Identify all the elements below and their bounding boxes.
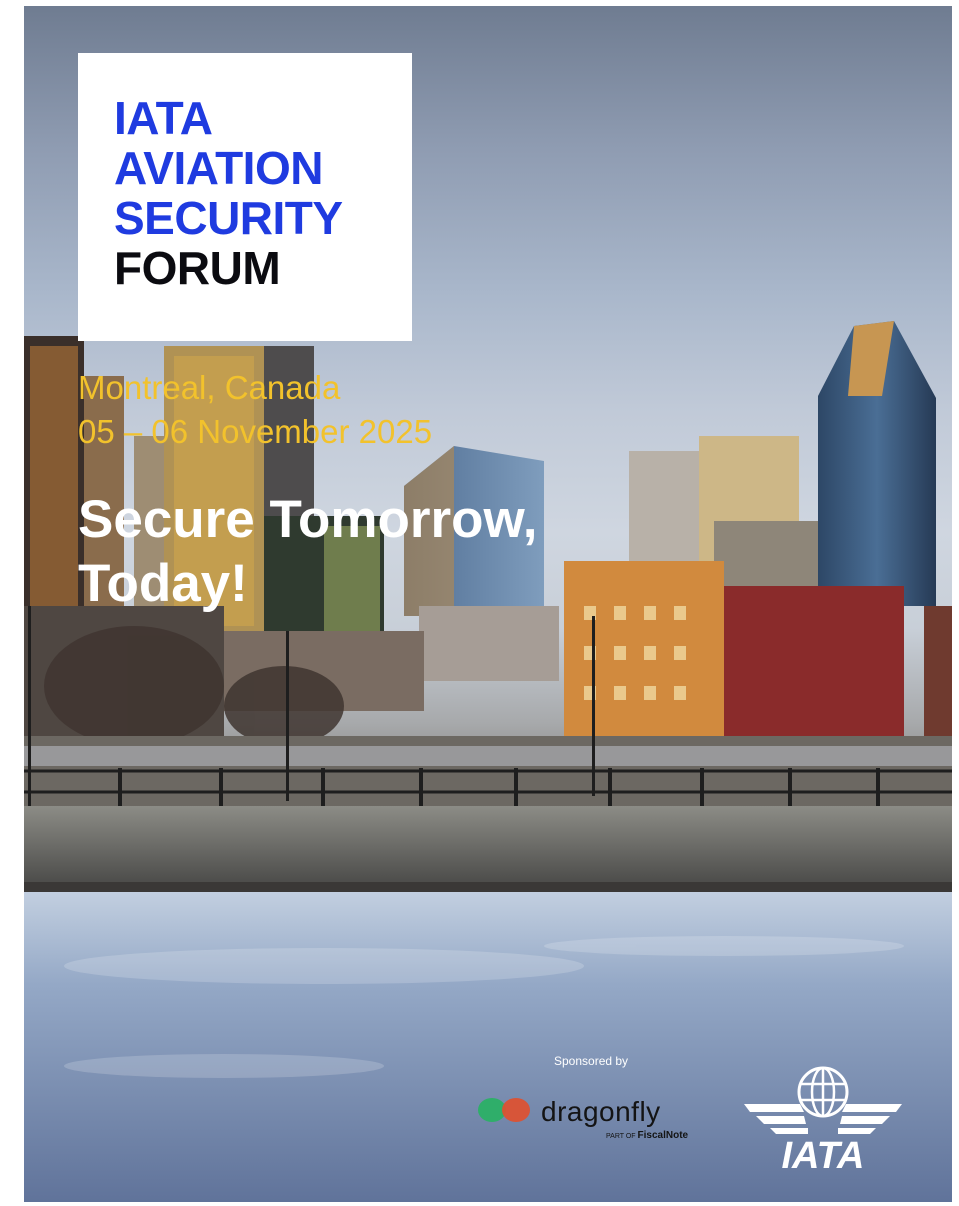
event-dates: 05 – 06 November 2025 [78,413,433,450]
tagline-line-1: Secure Tomorrow, [78,490,538,549]
forum-title-box: IATA AVIATION SECURITY FORUM [78,53,412,341]
fiscalnote-name: FiscalNote [637,1130,689,1141]
dragonfly-logo-dot-orange [502,1098,530,1122]
event-poster: IATA AVIATION SECURITY FORUM Montreal, C… [24,6,952,1202]
iata-globe-wings-icon: IATA [744,1066,902,1174]
dragonfly-sub-prefix: PART OF [606,1133,636,1140]
sponsored-by-label: Sponsored by [554,1054,629,1068]
dragonfly-wordmark: dragonfly [541,1096,661,1127]
dragonfly-subline: PART OF FiscalNote [606,1130,688,1141]
title-line-aviation: AVIATION [114,142,323,194]
event-location: Montreal, Canada [78,369,341,406]
event-details: Montreal, Canada 05 – 06 November 2025 [78,366,432,454]
title-line-security: SECURITY [114,192,343,244]
dragonfly-logo: dragonfly PART OF FiscalNote [478,1090,708,1150]
tagline: Secure Tomorrow, Today! [78,488,537,616]
title-line-iata: IATA [114,92,213,144]
tagline-line-2: Today! [78,554,248,613]
title-line-forum: FORUM [114,242,281,294]
iata-wordmark: IATA [781,1135,864,1174]
